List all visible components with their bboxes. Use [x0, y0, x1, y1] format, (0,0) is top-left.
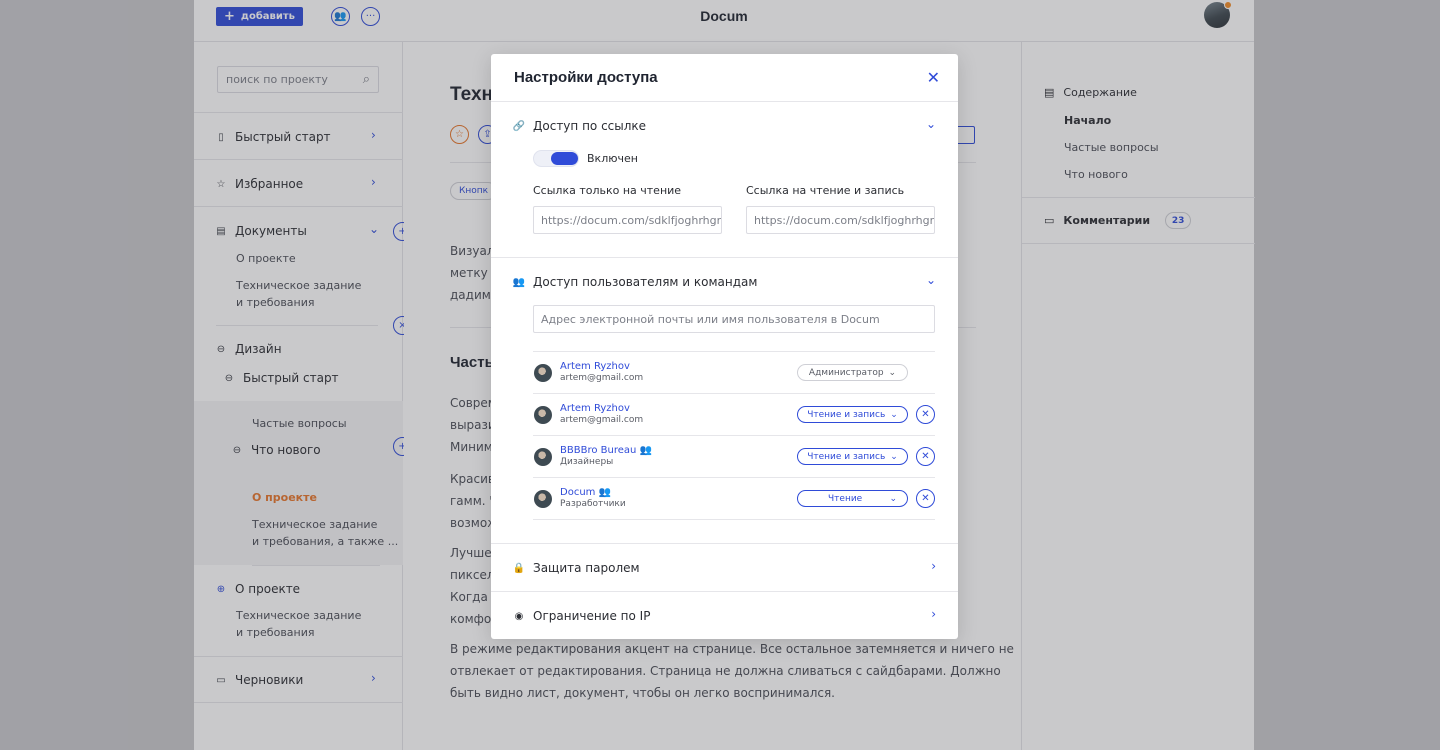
remove-user-icon[interactable]: ✕: [916, 489, 935, 508]
avatar: [534, 448, 552, 466]
user-row: BBBBro Bureau 👥 Дизайнеры Чтение и запис…: [533, 436, 935, 478]
close-icon[interactable]: ✕: [927, 68, 940, 87]
users-access-section[interactable]: 👥 Доступ пользователям и командам: [512, 275, 758, 289]
chevron-down-icon: ⌄: [890, 451, 898, 462]
role-select[interactable]: Чтение ⌄: [797, 490, 908, 507]
location-icon: ◉: [514, 610, 524, 622]
user-row: Artem Ryzhov artem@gmail.com Чтение и за…: [533, 394, 935, 436]
avatar: [534, 406, 552, 424]
team-icon: 👥: [598, 487, 612, 498]
chevron-down-icon[interactable]: ⌄: [926, 117, 936, 131]
link-icon: 🔗: [512, 120, 526, 132]
link-access-toggle[interactable]: [533, 150, 579, 167]
user-name[interactable]: Docum 👥: [560, 487, 611, 498]
toggle-label: Включен: [587, 152, 638, 165]
chevron-down-icon: ⌄: [888, 367, 897, 378]
user-email: artem@gmail.com: [560, 373, 644, 383]
remove-user-icon[interactable]: ✕: [916, 405, 935, 424]
readonly-link-label: Ссылка только на чтение: [533, 184, 682, 197]
avatar: [534, 490, 552, 508]
user-row: Artem Ryzhov artem@gmail.com Администрат…: [533, 352, 935, 394]
avatar: [534, 364, 552, 382]
chevron-down-icon: ⌄: [890, 409, 898, 420]
team-label: Дизайнеры: [560, 457, 614, 467]
readonly-link-field[interactable]: https://docum.com/sdklfjoghrhgru: [533, 206, 722, 234]
ip-restriction-row[interactable]: ◉ Ограничение по IP: [513, 609, 651, 623]
role-select[interactable]: Чтение и запись ⌄: [797, 406, 908, 423]
invite-input[interactable]: Адрес электронной почты или имя пользова…: [533, 305, 935, 333]
team-icon: 👥: [639, 445, 652, 456]
role-select[interactable]: Чтение и запись ⌄: [797, 448, 908, 465]
lock-icon: 🔒: [512, 562, 526, 574]
remove-user-icon[interactable]: ✕: [916, 447, 935, 466]
chevron-right-icon[interactable]: ›: [931, 559, 936, 573]
password-protection-row[interactable]: 🔒 Защита паролем: [513, 561, 640, 575]
role-select[interactable]: Администратор ⌄: [797, 364, 908, 381]
readwrite-link-label: Ссылка на чтение и запись: [746, 184, 905, 197]
user-name[interactable]: Artem Ryzhov: [560, 361, 630, 372]
link-access-section[interactable]: 🔗 Доступ по ссылке: [513, 119, 646, 133]
access-settings-modal: Настройки доступа ✕ 🔗 Доступ по ссылке ⌄ …: [491, 54, 958, 639]
users-icon: 👥: [512, 276, 526, 288]
team-label: Разработчики: [560, 499, 626, 509]
user-email: artem@gmail.com: [560, 415, 644, 425]
user-row: Docum 👥 Разработчики Чтение ⌄ ✕: [533, 478, 935, 520]
chevron-down-icon[interactable]: ⌄: [926, 273, 936, 287]
chevron-right-icon[interactable]: ›: [931, 607, 936, 621]
user-name[interactable]: Artem Ryzhov: [560, 403, 630, 414]
readwrite-link-field[interactable]: https://docum.com/sdklfjoghrhgru: [746, 206, 935, 234]
user-name[interactable]: BBBBro Bureau 👥: [560, 445, 652, 456]
chevron-down-icon: ⌄: [889, 493, 897, 504]
modal-title: Настройки доступа: [514, 69, 658, 86]
